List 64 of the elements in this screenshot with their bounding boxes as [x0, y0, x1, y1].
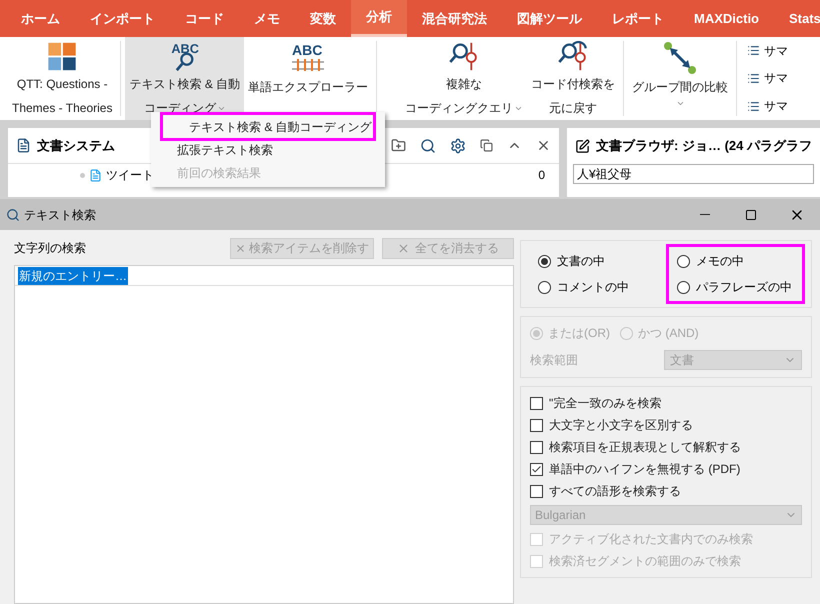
checkbox-label: 大文字と小文字を区別する — [549, 417, 693, 434]
checkbox-label: 単語中のハイフンを無視する (PDF) — [549, 461, 740, 478]
checkbox[interactable] — [530, 462, 543, 476]
field-label: 検索範囲 — [530, 352, 578, 369]
ribbon-small-button[interactable]: サマ — [764, 42, 788, 60]
list-icon — [747, 100, 760, 113]
menu-tab[interactable]: 図解ツール — [502, 0, 597, 37]
checkbox[interactable] — [530, 396, 543, 410]
language-dropdown[interactable]: Bulgarian — [530, 505, 802, 525]
section-label: 文字列の検索 — [14, 240, 86, 257]
menu-tab[interactable]: レポート — [597, 0, 679, 37]
ribbon-small-button[interactable]: サマ — [764, 69, 788, 88]
radio-label: かつ (AND) — [638, 325, 699, 342]
menu-tab[interactable]: MAXDictio — [679, 0, 774, 37]
checkbox-label: すべての語形を検索する — [549, 483, 681, 500]
menu-tab[interactable]: 混合研究法 — [407, 0, 502, 37]
menu-item[interactable]: 拡張テキスト検索 — [151, 138, 385, 161]
checkbox-label: 検索項目を正規表現として解釈する — [549, 439, 741, 456]
delete-icon — [235, 242, 246, 254]
list-entry[interactable]: 新規のエントリー… — [18, 266, 128, 284]
checkbox[interactable] — [530, 418, 543, 432]
edit-document-icon — [575, 138, 590, 154]
menu-tab[interactable]: コード — [170, 0, 239, 37]
maximize-icon — [745, 208, 757, 220]
double-arrow-icon — [662, 41, 698, 75]
menu-tab[interactable]: Stats — [774, 0, 820, 37]
list-icon — [747, 72, 760, 85]
list-icon — [747, 44, 760, 58]
search-icon[interactable] — [420, 138, 436, 154]
clear-icon — [397, 242, 410, 254]
menu-tab[interactable]: インポート — [75, 0, 170, 37]
menu-tab[interactable]: メモ — [239, 0, 295, 37]
menu-tab[interactable]: ホーム — [6, 0, 75, 37]
restore-icon[interactable] — [480, 139, 494, 152]
checkbox[interactable] — [530, 484, 543, 498]
menu-tab[interactable]: 変数 — [295, 0, 351, 37]
search-icon — [6, 208, 20, 222]
radio-label: コメントの中 — [557, 279, 629, 296]
dialog-title: テキスト検索 — [24, 206, 96, 224]
tweet-document-icon — [89, 168, 102, 182]
radio-label: 文書の中 — [557, 253, 605, 270]
document-icon — [16, 138, 31, 153]
checkbox[interactable] — [530, 440, 543, 454]
radio-label: メモの中 — [696, 253, 744, 270]
panel-title: 文書システム — [37, 136, 115, 155]
ribbon-button[interactable]: グループ間の比較 — [628, 37, 732, 120]
menu-tab[interactable]: 分析 — [351, 0, 407, 37]
checkbox-label: 検索済セグメントの範囲のみで検索 — [549, 553, 741, 570]
input-field[interactable]: 人¥祖父母 — [573, 164, 814, 184]
ribbon-button[interactable]: コード付検索を 元に戻す — [527, 37, 620, 120]
checkbox-label: "完全一致のみを検索 — [549, 395, 662, 412]
count: 0 — [538, 167, 546, 184]
minimize-icon — [700, 214, 710, 215]
tree-item[interactable]: ツイート — [106, 166, 154, 184]
panel-title: 文書ブラウザ: ジョ… (24 パラグラフ — [596, 137, 812, 156]
checkbox-label: アクティブ化された文書内でのみ検索 — [549, 531, 753, 548]
ribbon-button[interactable]: QTT: Questions - Themes - Theories — [8, 37, 116, 120]
ribbon-small-button[interactable]: サマ — [764, 97, 788, 116]
range-dropdown[interactable]: 文書 — [664, 350, 802, 370]
radio-label: または(OR) — [548, 325, 610, 342]
settings-icon[interactable] — [450, 138, 466, 154]
radio-label: パラフレーズの中 — [696, 279, 792, 296]
ribbon-button[interactable]: 複雑な コーディングクエリ — [401, 37, 528, 120]
new-folder-icon[interactable] — [391, 138, 406, 153]
